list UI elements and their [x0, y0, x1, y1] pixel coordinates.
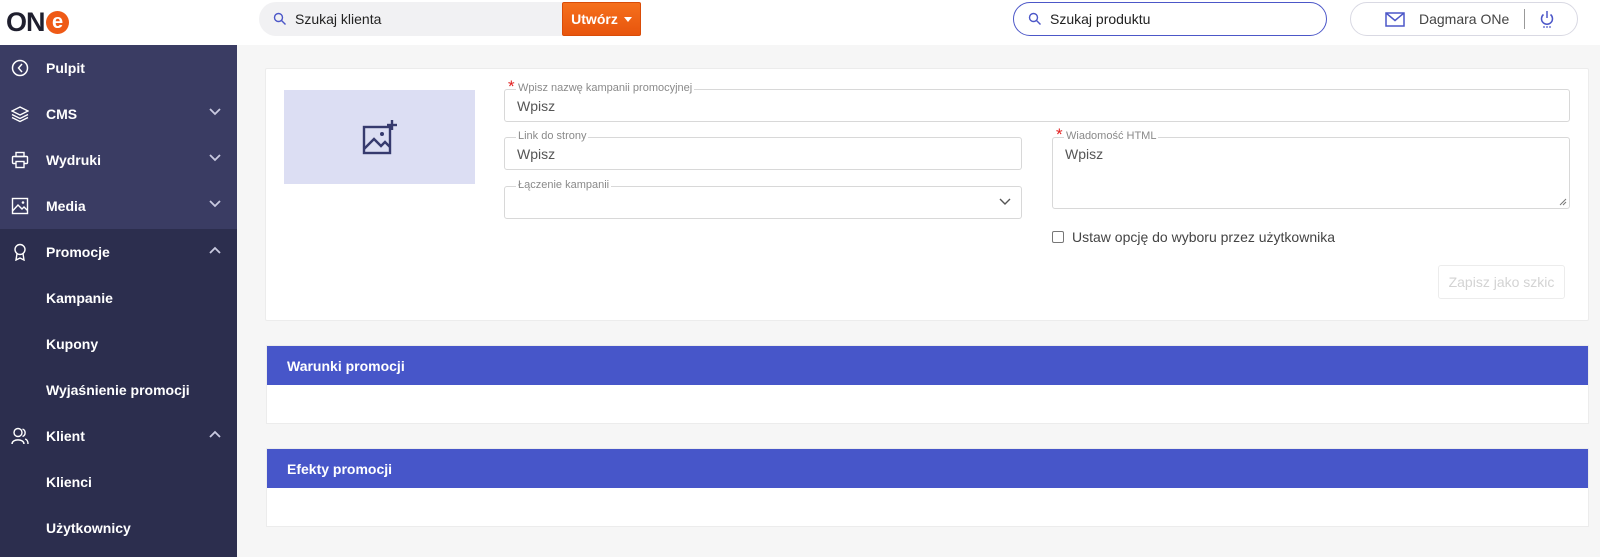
link-input[interactable]: Wpisz — [517, 146, 555, 162]
chevron-down-icon — [209, 108, 221, 116]
sidebar-item-label: Wyjaśnienie promocji — [46, 382, 190, 398]
divider — [1524, 9, 1526, 29]
promotion-effects-header[interactable]: Efekty promocji — [267, 449, 1588, 488]
user-name[interactable]: Dagmara ONe — [1419, 11, 1509, 27]
sidebar-item-uzytkownicy[interactable]: Użytkownicy — [0, 505, 237, 551]
award-icon — [10, 242, 30, 262]
sidebar-item-label: Klient — [46, 428, 85, 444]
power-icon[interactable] — [1540, 10, 1554, 28]
product-search[interactable] — [1013, 2, 1327, 36]
chevron-down-icon — [209, 154, 221, 162]
create-button-label: Utwórz — [571, 11, 618, 27]
users-icon — [10, 426, 30, 446]
logo-e: e — [45, 10, 69, 34]
sidebar-item-label: Media — [46, 198, 86, 214]
user-option-label: Ustaw opcję do wyboru przez użytkownika — [1072, 229, 1336, 245]
layers-icon — [10, 104, 30, 124]
sidebar-item-pulpit[interactable]: Pulpit — [0, 45, 237, 91]
chevron-up-icon — [209, 246, 221, 254]
printer-icon — [10, 150, 30, 170]
user-option-checkbox-row[interactable]: Ustaw opcję do wyboru przez użytkownika — [1052, 229, 1335, 245]
sidebar-item-label: Kupony — [46, 336, 99, 352]
caret-down-icon — [623, 16, 632, 22]
chevron-up-icon — [209, 430, 221, 438]
sidebar-item-klienci[interactable]: Klienci — [0, 459, 237, 505]
sidebar-item-label: Użytkownicy — [46, 520, 131, 536]
promotion-conditions-section: Warunki promocji — [266, 345, 1589, 424]
html-message-textarea[interactable]: Wpisz — [1065, 146, 1103, 162]
product-search-input[interactable] — [1050, 11, 1290, 27]
chevron-down-icon — [209, 200, 221, 208]
add-image-icon — [362, 120, 397, 155]
sidebar-item-label: Wydruki — [46, 152, 101, 168]
link-field[interactable]: Link do strony Wpisz — [504, 130, 1022, 170]
promotion-effects-title: Efekty promocji — [287, 460, 393, 477]
sidebar-item-label: Klienci — [46, 474, 92, 490]
campaign-joining-select[interactable]: Łączenie kampanii — [504, 179, 1022, 219]
logo-text: ON — [6, 6, 45, 37]
sidebar-item-label: Promocje — [46, 244, 110, 260]
sidebar-item-cms[interactable]: CMS — [0, 91, 237, 137]
campaign-name-label-text: Wpisz nazwę kampanii promocyjnej — [518, 82, 693, 94]
chevron-down-icon — [999, 198, 1011, 205]
promotion-conditions-header[interactable]: Warunki promocji — [267, 346, 1588, 385]
mail-icon[interactable] — [1385, 11, 1405, 27]
campaign-name-label: * Wpisz nazwę kampanii promocyjnej — [508, 77, 695, 96]
sidebar-item-kupony[interactable]: Kupony — [0, 321, 237, 367]
sidebar-item-wyjasnienie-promocji[interactable]: Wyjaśnienie promocji — [0, 367, 237, 413]
top-bar: ONe Utwórz Dagmara ONe — [0, 0, 1600, 45]
dashboard-icon — [10, 58, 30, 78]
html-message-label-text: Wiadomość HTML — [1066, 130, 1157, 142]
sidebar-item-klient[interactable]: Klient — [0, 413, 237, 459]
image-icon — [10, 196, 30, 216]
create-button[interactable]: Utwórz — [562, 2, 641, 36]
campaign-joining-label: Łączenie kampanii — [516, 179, 612, 191]
user-option-checkbox[interactable] — [1052, 231, 1064, 243]
client-search-input[interactable] — [295, 11, 535, 27]
campaign-name-input[interactable]: Wpisz — [517, 98, 555, 114]
search-icon — [273, 12, 286, 25]
campaign-name-field[interactable]: * Wpisz nazwę kampanii promocyjnej Wpisz — [504, 77, 1570, 122]
save-draft-label: Zapisz jako szkic — [1448, 274, 1555, 290]
logo[interactable]: ON e — [6, 6, 69, 38]
sidebar-item-kampanie[interactable]: Kampanie — [0, 275, 237, 321]
required-marker: * — [508, 77, 515, 96]
user-box: Dagmara ONe — [1350, 2, 1578, 36]
sidebar-item-label: Pulpit — [46, 60, 85, 76]
required-marker: * — [1056, 125, 1063, 144]
sidebar-item-label: CMS — [46, 106, 78, 122]
html-message-label: * Wiadomość HTML — [1056, 125, 1159, 144]
sidebar-item-label: Kampanie — [46, 290, 113, 306]
promotion-effects-section: Efekty promocji — [266, 448, 1589, 527]
campaign-form-card: * Wpisz nazwę kampanii promocyjnej Wpisz … — [265, 68, 1589, 321]
resize-handle-icon[interactable] — [1559, 198, 1567, 206]
client-search[interactable] — [259, 2, 562, 36]
sidebar-item-promocje[interactable]: Promocje — [0, 229, 237, 275]
promotion-conditions-title: Warunki promocji — [287, 357, 405, 374]
sidebar-item-media[interactable]: Media — [0, 183, 237, 229]
image-upload[interactable] — [284, 90, 475, 184]
sidebar: Pulpit CMS Wydruki Media Promocje Kampan… — [0, 45, 237, 557]
search-icon — [1028, 12, 1041, 25]
save-draft-button[interactable]: Zapisz jako szkic — [1438, 265, 1565, 299]
link-label: Link do strony — [516, 130, 589, 142]
html-message-field[interactable]: * Wiadomość HTML Wpisz — [1052, 125, 1570, 209]
sidebar-item-wydruki[interactable]: Wydruki — [0, 137, 237, 183]
